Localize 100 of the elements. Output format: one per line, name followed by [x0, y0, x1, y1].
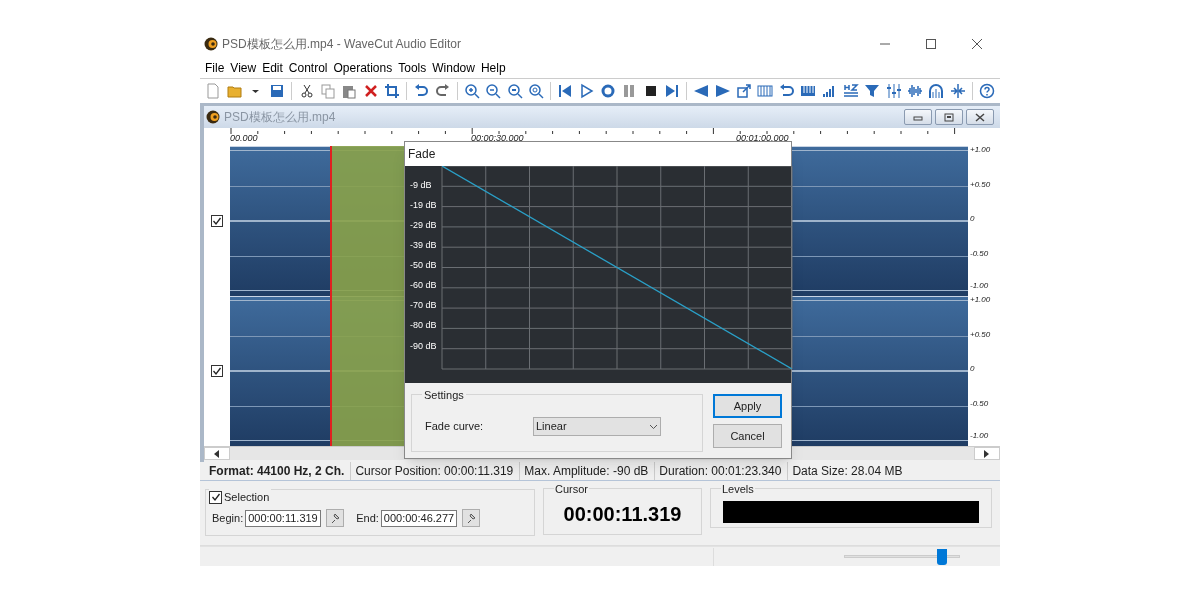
window-title: PSD模板怎么用.mp4 - WaveCut Audio Editor [222, 36, 461, 53]
amplitude-label: 0 [970, 215, 975, 223]
field-label: Begin: [212, 510, 244, 526]
menu-item[interactable]: View [227, 59, 260, 77]
caret-icon [252, 89, 260, 93]
scroll-left-icon [214, 449, 220, 458]
menu-item[interactable]: Help [477, 59, 509, 77]
restore-icon [942, 111, 956, 123]
compress-icon [949, 83, 966, 99]
dropdown-value: Linear [536, 419, 568, 435]
status-text: Data Size: 28.04 MB [792, 463, 904, 480]
document-logo-icon [206, 110, 220, 124]
zoom-slider[interactable] [842, 547, 962, 566]
amplitude-label: -0.50 [970, 250, 989, 258]
magnifier-icon [527, 83, 544, 99]
amplitude-label: 0 [970, 365, 975, 373]
scissors-icon [298, 83, 315, 99]
end-time-field[interactable]: 000:00:46.277 [380, 509, 457, 527]
status-text: Format: 44100 Hz, 2 Ch. [209, 462, 352, 480]
return-icon [778, 83, 795, 99]
help-icon [978, 83, 995, 99]
keyboard-icon [800, 83, 817, 99]
slider-thumb[interactable] [936, 548, 947, 565]
crop-icon [383, 83, 400, 99]
db-label: -29 dB [410, 220, 437, 230]
grid-icon [757, 83, 774, 99]
amplitude-label: +1.00 [970, 296, 991, 304]
close-icon [972, 39, 982, 49]
db-label: -80 dB [410, 321, 437, 331]
dialog-title: Fade [408, 145, 436, 163]
menu-item[interactable]: Window [429, 59, 478, 77]
checkbox-label: Selection [224, 490, 270, 505]
dialog-button[interactable]: Cancel [713, 424, 782, 448]
check-icon [212, 216, 222, 226]
sliders-icon [885, 83, 902, 99]
minimize-button[interactable] [904, 109, 932, 125]
status-text: Max. Amplitude: -90 dB [524, 462, 656, 480]
delete-icon [362, 83, 379, 99]
restore-button[interactable] [935, 109, 963, 125]
scroll-right-icon [984, 449, 990, 458]
copy-icon [319, 83, 336, 99]
menu-item[interactable]: Control [285, 59, 331, 77]
zoom-out-icon [485, 83, 502, 99]
scroll-right-button[interactable] [974, 447, 1000, 460]
app-logo-icon [204, 37, 218, 51]
close-button[interactable] [966, 109, 994, 125]
amplitude-label: -0.50 [970, 400, 989, 408]
waveform-icon [906, 83, 923, 99]
selection-checkbox[interactable] [209, 490, 222, 504]
skip-end-icon [664, 83, 681, 99]
play-icon [578, 83, 595, 99]
document-title: PSD模板怎么用.mp4 [224, 109, 336, 126]
db-label: -50 dB [410, 261, 437, 271]
menu-item[interactable]: Operations [330, 59, 396, 77]
close-icon [973, 111, 987, 123]
pin-button[interactable] [461, 509, 480, 527]
magnifier-icon [506, 83, 523, 99]
ruler-label: 00:01:00.000 [736, 134, 789, 143]
undo-icon [413, 83, 430, 99]
menu-item[interactable]: File [202, 59, 228, 77]
paste-icon [341, 83, 358, 99]
pin-button[interactable] [326, 509, 345, 527]
arrow-left-icon [693, 83, 710, 99]
scroll-left-button[interactable] [204, 447, 230, 460]
dialog-button[interactable]: Apply [713, 394, 782, 418]
cursor-time: 00:00:11.319 [562, 504, 683, 524]
amplitude-label: +0.50 [970, 181, 991, 189]
skip-start-icon [557, 83, 574, 99]
check-icon [212, 366, 222, 376]
save-icon [269, 83, 286, 99]
menu-item[interactable]: Edit [259, 59, 286, 77]
db-label: -60 dB [410, 281, 437, 291]
field-label: End: [356, 510, 379, 526]
amplitude-label: -1.00 [970, 282, 989, 290]
arch-icon [928, 83, 945, 99]
filter-icon [864, 83, 881, 99]
ruler-label: 00.000 [230, 134, 258, 143]
loop-icon [599, 83, 616, 99]
field-label: Fade curve: [425, 419, 485, 435]
ruler-label: 00:00:30.000 [471, 134, 524, 143]
db-label: -19 dB [410, 200, 437, 210]
status-text: Cursor Position: 00:00:11.319 [355, 462, 521, 480]
db-label: -90 dB [410, 341, 437, 351]
db-label: -9 dB [410, 180, 432, 190]
channel-checkbox[interactable] [211, 365, 223, 377]
channel-checkbox[interactable] [211, 215, 223, 227]
redo-icon [434, 83, 451, 99]
zoom-in-icon [463, 83, 480, 99]
menu-item[interactable]: Tools [395, 59, 430, 77]
frequency-icon [842, 83, 859, 99]
status-text: Duration: 00:01:23.340 [659, 462, 789, 480]
arrow-right-icon [714, 83, 731, 99]
fade-curve-dropdown[interactable]: Linear [533, 417, 661, 436]
amplitude-label: +1.00 [970, 146, 991, 154]
amplitude-label: -1.00 [970, 432, 989, 440]
chevron-down-icon [649, 423, 658, 430]
pin-icon [329, 512, 342, 524]
db-label: -70 dB [410, 301, 437, 311]
begin-time-field[interactable]: 000:00:11.319 [245, 509, 322, 527]
maximize-icon [926, 39, 936, 49]
